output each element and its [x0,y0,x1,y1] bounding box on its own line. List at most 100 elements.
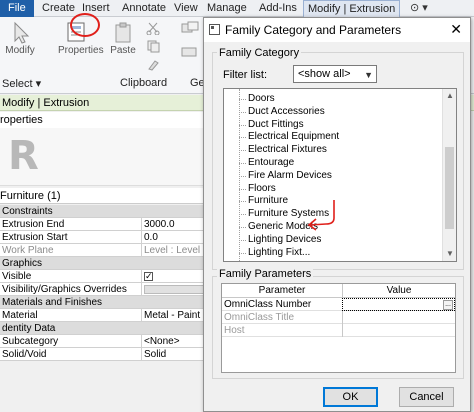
properties-section-header[interactable]: Constraints [0,205,203,218]
properties-section-header[interactable]: Materials and Finishes [0,296,203,309]
ribbon-options-icon[interactable]: ⊙ ▾ [410,0,428,17]
properties-section-header[interactable]: Graphics [0,257,203,270]
property-row: Material Metal - Paint F [0,309,203,322]
property-row: Solid/Void Solid [0,348,203,361]
chevron-down-icon: ▼ [364,70,373,80]
category-list-item[interactable]: Entourage [248,157,294,169]
type-selector[interactable]: Furniture (1) [0,188,203,204]
family-parameters-group-label: Family Parameters [217,268,314,280]
property-value[interactable]: 3000.0 [141,218,203,231]
edit-overrides-button[interactable] [144,285,203,294]
paste-button[interactable]: Paste [106,21,140,56]
type-preview: R [0,128,203,186]
match-properties-button[interactable] [145,57,161,74]
property-row: Visible [0,270,203,283]
property-name: Extrusion Start [2,232,68,243]
category-list-item[interactable]: Duct Fittings [248,119,304,131]
cut-button[interactable] [145,21,161,38]
parameter-value-cell[interactable] [342,324,455,337]
close-icon[interactable]: ✕ [450,21,462,38]
scroll-up-icon[interactable]: ▲ [443,89,456,103]
property-name: Work Plane [2,245,54,256]
ribbon-tab-bar: File Create Insert Annotate View Manage … [0,0,474,17]
tab-view[interactable]: View [170,0,202,17]
red-arrow-annotation [307,200,335,231]
property-name: Visible [2,271,32,282]
property-row: Subcategory <None> [0,335,203,348]
category-list-item[interactable]: Doors [248,93,275,105]
tab-annotate[interactable]: Annotate [118,0,170,17]
tree-tick [239,111,246,113]
ok-button[interactable]: OK [323,387,378,407]
property-name: Solid/Void [2,349,47,360]
parameter-value-cell[interactable] [342,311,455,324]
paintbrush-icon [148,60,159,71]
property-value[interactable]: 0.0 [141,231,203,244]
property-name: Subcategory [2,336,59,347]
property-value[interactable] [141,283,203,296]
property-row: Work Plane Level : Level 1 [0,244,203,257]
category-list-item[interactable]: Lighting Fixt... [248,247,310,259]
category-list-item[interactable]: Electrical Equipment [248,131,339,143]
tree-tick [239,99,246,100]
select-panel-dropdown[interactable]: Select ▾ [2,77,41,90]
category-list-item[interactable]: Furniture [248,195,288,207]
category-list-item[interactable]: Duct Accessories [248,106,325,118]
properties-section-header[interactable]: dentity Data [0,322,203,335]
property-name: Extrusion End [2,219,65,230]
tab-file[interactable]: File [0,0,34,17]
category-listbox[interactable]: ▲ ▼ Doors Duct Accessories Duct Fittings El… [223,88,457,262]
modify-button[interactable]: Modify [2,21,38,56]
visible-checkbox[interactable] [144,270,153,283]
browse-button[interactable]: ... [443,300,453,310]
tree-tick [239,137,246,139]
section-label: Graphics [2,258,43,269]
category-scrollbar[interactable]: ▲ ▼ [442,89,456,261]
parameter-value-cell[interactable]: ... [342,298,455,311]
tab-manage[interactable]: Manage [203,0,251,17]
cancel-button[interactable]: Cancel [399,387,454,407]
tab-create[interactable]: Create [38,0,79,17]
join-button[interactable] [178,45,202,62]
category-list-item[interactable]: Fire Alarm Devices [248,170,332,182]
parameter-row[interactable]: OmniClass Number... [222,298,455,311]
filter-list-value: <show all> [298,68,351,80]
cope-button[interactable] [178,21,202,38]
tab-modify-extrusion[interactable]: Modify | Extrusion [303,0,401,17]
tree-tick [239,201,246,203]
section-label: Constraints [2,206,53,217]
parameter-column-header: Parameter [222,284,342,298]
category-list-item[interactable]: Electrical Fixtures [248,144,327,156]
tree-tick [239,124,246,126]
property-value[interactable] [141,270,203,283]
property-row: Extrusion End 3000.0 [0,218,203,231]
property-value[interactable]: Solid [141,348,203,361]
scroll-down-icon[interactable]: ▼ [443,247,456,261]
property-value[interactable]: Metal - Paint F [141,309,203,322]
property-value[interactable]: <None> [141,335,203,348]
category-list-item[interactable]: Floors [248,183,276,195]
cursor-arrow-icon [14,21,30,44]
dialog-titlebar: Family Category and Parameters ✕ [204,18,470,42]
tab-add-ins[interactable]: Add-Ins [255,0,301,17]
properties-button-label: Properties [58,45,104,56]
category-list-item[interactable]: Lighting Devices [248,234,321,246]
tree-tick [239,188,246,190]
parameter-row[interactable]: OmniClass Title [222,311,455,324]
parameter-row[interactable]: Host [222,324,455,337]
parameter-name: OmniClass Title [224,312,295,323]
copy-button[interactable] [145,39,161,56]
scissors-icon [146,22,160,36]
scroll-thumb[interactable] [445,147,454,229]
filter-list-dropdown[interactable]: <show all> ▼ [293,65,377,83]
tree-tick [239,150,246,152]
clipboard-icon [115,22,131,43]
tree-tick [239,175,246,177]
revit-logo: R [8,133,39,179]
value-column-header: Value [342,284,455,298]
property-value[interactable]: Level : Level 1 [141,244,203,257]
copy-icon [147,40,160,53]
properties-grid: Constraints Extrusion End 3000.0 Extrusion … [0,205,203,361]
tree-tick [239,227,246,228]
tree-tick [239,239,246,241]
